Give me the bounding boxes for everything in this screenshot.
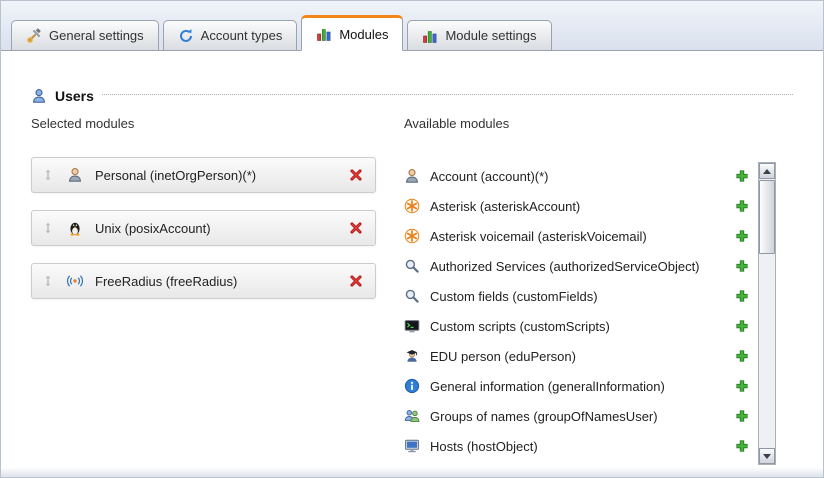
add-module-icon[interactable] [735, 259, 749, 273]
available-module-general-information: General information (generalInformation) [404, 371, 749, 401]
available-module-groups-of-names: Groups of names (groupOfNamesUser) [404, 401, 749, 431]
add-module-icon[interactable] [735, 169, 749, 183]
add-module-icon[interactable] [735, 319, 749, 333]
lam-configuration-window: General settings Account types Modules M… [0, 0, 824, 478]
add-module-icon[interactable] [735, 199, 749, 213]
module-label: Hosts (hostObject) [430, 439, 725, 454]
available-modules-scrollbar[interactable] [758, 162, 776, 465]
selected-modules-heading: Selected modules [31, 116, 376, 131]
arrow-up-icon [763, 169, 771, 174]
asterisk-icon [404, 228, 420, 244]
drag-handle-icon[interactable] [41, 274, 55, 288]
module-label: FreeRadius (freeRadius) [95, 274, 337, 289]
bar-chart-icon [422, 28, 438, 44]
graduate-icon [404, 348, 420, 364]
module-label: Asterisk (asteriskAccount) [430, 199, 725, 214]
module-label: Asterisk voicemail (asteriskVoicemail) [430, 229, 725, 244]
computer-icon [404, 438, 420, 454]
asterisk-icon [404, 198, 420, 214]
tab-label: Module settings [445, 28, 536, 43]
info-icon [404, 378, 420, 394]
drag-handle-icon[interactable] [41, 221, 55, 235]
add-module-icon[interactable] [735, 379, 749, 393]
tab-module-settings[interactable]: Module settings [407, 20, 551, 51]
drag-handle-icon[interactable] [41, 168, 55, 182]
available-module-edu-person: EDU person (eduPerson) [404, 341, 749, 371]
module-label: Personal (inetOrgPerson)(*) [95, 168, 337, 183]
tab-general-settings[interactable]: General settings [11, 20, 159, 51]
add-module-icon[interactable] [735, 409, 749, 423]
arrow-down-icon [763, 454, 771, 459]
tux-icon [67, 220, 83, 236]
user-icon [404, 168, 420, 184]
terminal-icon [404, 318, 420, 334]
available-module-asterisk-voicemail: Asterisk voicemail (asteriskVoicemail) [404, 221, 749, 251]
selected-module-unix[interactable]: Unix (posixAccount) [31, 210, 376, 246]
module-label: General information (generalInformation) [430, 379, 725, 394]
users-icon [31, 88, 47, 104]
tab-bar: General settings Account types Modules M… [1, 1, 823, 51]
tab-account-types[interactable]: Account types [163, 20, 298, 51]
add-module-icon[interactable] [735, 439, 749, 453]
available-modules-column: Available modules Account (account)(*) A… [404, 116, 749, 461]
sync-icon [178, 28, 194, 44]
tab-label: Account types [201, 28, 283, 43]
user-icon [67, 167, 83, 183]
remove-module-icon[interactable] [349, 274, 363, 288]
module-label: Custom scripts (customScripts) [430, 319, 725, 334]
available-module-account: Account (account)(*) [404, 161, 749, 191]
section-title: Users [55, 88, 94, 104]
available-module-custom-scripts: Custom scripts (customScripts) [404, 311, 749, 341]
available-module-authorized-services: Authorized Services (authorizedServiceOb… [404, 251, 749, 281]
add-module-icon[interactable] [735, 349, 749, 363]
add-module-icon[interactable] [735, 289, 749, 303]
available-modules-list: Account (account)(*) Asterisk (asteriskA… [404, 161, 749, 461]
users-section-header: Users [31, 88, 793, 104]
selected-modules-list: Personal (inetOrgPerson)(*) Unix (posixA… [31, 157, 376, 299]
selected-module-freeradius[interactable]: FreeRadius (freeRadius) [31, 263, 376, 299]
scroll-up-button[interactable] [759, 163, 775, 179]
add-module-icon[interactable] [735, 229, 749, 243]
magnifier-icon [404, 258, 420, 274]
selected-modules-column: Selected modules Personal (inetOrgPerson… [31, 116, 376, 316]
scrollbar-thumb[interactable] [759, 180, 775, 254]
available-modules-heading: Available modules [404, 116, 749, 131]
module-label: Custom fields (customFields) [430, 289, 725, 304]
tab-label: Modules [339, 27, 388, 42]
module-label: Groups of names (groupOfNamesUser) [430, 409, 725, 424]
tools-icon [26, 28, 42, 44]
tab-modules[interactable]: Modules [301, 15, 403, 51]
available-module-hosts: Hosts (hostObject) [404, 431, 749, 461]
available-module-custom-fields: Custom fields (customFields) [404, 281, 749, 311]
module-label: Authorized Services (authorizedServiceOb… [430, 259, 725, 274]
module-label: EDU person (eduPerson) [430, 349, 725, 364]
selected-module-personal[interactable]: Personal (inetOrgPerson)(*) [31, 157, 376, 193]
scroll-down-button[interactable] [759, 448, 775, 464]
module-label: Unix (posixAccount) [95, 221, 337, 236]
group-icon [404, 408, 420, 424]
remove-module-icon[interactable] [349, 168, 363, 182]
tab-label: General settings [49, 28, 144, 43]
module-label: Account (account)(*) [430, 169, 725, 184]
remove-module-icon[interactable] [349, 221, 363, 235]
available-module-asterisk: Asterisk (asteriskAccount) [404, 191, 749, 221]
section-divider [102, 94, 793, 95]
bar-chart-icon [316, 26, 332, 42]
antenna-icon [67, 273, 83, 289]
magnifier-icon [404, 288, 420, 304]
modules-panel: Users Selected modules Personal (inetOrg… [1, 52, 823, 477]
